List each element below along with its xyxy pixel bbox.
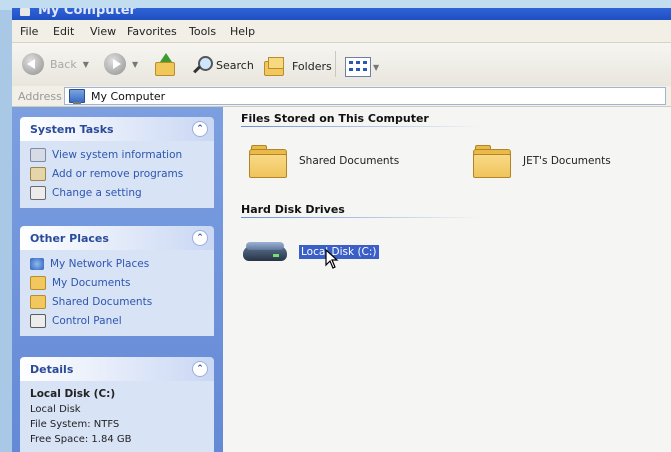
menu-help[interactable]: Help: [230, 25, 255, 38]
chevron-down-icon: ▼: [82, 59, 89, 69]
search-label: Search: [216, 58, 254, 72]
system-tasks-panel: System Tasks ⌃ View system information A…: [20, 117, 214, 208]
chevron-down-icon: ▼: [373, 62, 380, 72]
item-label: JET's Documents: [523, 155, 611, 167]
forward-button[interactable]: ▼: [104, 53, 138, 75]
link-label: Shared Documents: [52, 295, 153, 308]
add-remove-programs-icon: [30, 166, 46, 181]
details-panel: Details ⌃ Local Disk (C:) Local Disk Fil…: [20, 357, 214, 452]
change-setting-link[interactable]: Change a setting: [20, 183, 214, 202]
folders-label: Folders: [292, 59, 332, 73]
back-arrow-icon: [22, 53, 44, 75]
file-list-pane: Files Stored on This Computer Shared Doc…: [223, 107, 671, 452]
folder-icon: [249, 145, 287, 178]
window-title: My Computer: [38, 8, 136, 18]
details-file-system: File System: NTFS: [30, 419, 120, 430]
link-label: Change a setting: [52, 186, 142, 199]
hard-disk-drives-group-header: Hard Disk Drives: [241, 203, 345, 216]
view-system-information-link[interactable]: View system information: [20, 145, 214, 164]
collapse-chevron-icon[interactable]: ⌃: [192, 361, 208, 377]
control-panel-link[interactable]: Control Panel: [20, 311, 214, 330]
menu-tools[interactable]: Tools: [189, 25, 216, 38]
link-label: My Network Places: [50, 257, 150, 270]
menu-view[interactable]: View: [90, 25, 116, 38]
control-panel-icon: [30, 313, 46, 328]
link-label: Control Panel: [52, 314, 122, 327]
folder-icon: [473, 145, 511, 178]
title-bar[interactable]: My Computer: [12, 8, 671, 20]
up-folder-icon: [153, 53, 175, 76]
network-globe-icon: [30, 257, 44, 270]
other-places-header[interactable]: Other Places ⌃: [20, 226, 214, 250]
details-free-space: Free Space: 1.84 GB: [30, 434, 132, 445]
hard-drive-icon: [243, 240, 289, 264]
my-documents-link[interactable]: My Documents: [20, 273, 214, 292]
other-places-body: My Network Places My Documents Shared Do…: [20, 250, 214, 336]
my-network-places-link[interactable]: My Network Places: [20, 254, 214, 273]
toolbar-divider: [335, 51, 336, 77]
folder-item-shared-documents[interactable]: Shared Documents: [249, 145, 400, 178]
toolbar: Back ▼ ▼ Search Folders ▼: [12, 43, 671, 87]
computer-icon: [69, 89, 85, 104]
group-divider: [241, 217, 481, 218]
link-label: My Documents: [52, 276, 131, 289]
files-stored-group-header: Files Stored on This Computer: [241, 112, 429, 125]
menu-favorites[interactable]: Favorites: [127, 25, 177, 38]
up-folder-button[interactable]: [153, 53, 175, 76]
folder-icon: [30, 275, 46, 290]
views-button[interactable]: ▼: [345, 57, 379, 77]
forward-arrow-icon: [104, 53, 126, 75]
search-icon: [192, 55, 213, 75]
details-name: Local Disk (C:): [30, 388, 116, 400]
system-tasks-title: System Tasks: [30, 123, 114, 136]
details-header[interactable]: Details ⌃: [20, 357, 214, 381]
menu-file[interactable]: File: [20, 25, 38, 38]
details-type: Local Disk: [30, 404, 81, 415]
item-label: Shared Documents: [299, 155, 400, 167]
group-divider: [241, 126, 481, 127]
other-places-panel: Other Places ⌃ My Network Places My Docu…: [20, 226, 214, 336]
folders-icon: [264, 57, 286, 76]
computer-icon: [20, 8, 30, 16]
collapse-chevron-icon[interactable]: ⌃: [192, 230, 208, 246]
address-field[interactable]: My Computer: [64, 87, 666, 105]
system-tasks-body: View system information Add or remove pr…: [20, 141, 214, 208]
chevron-down-icon: ▼: [132, 59, 139, 69]
task-pane: System Tasks ⌃ View system information A…: [12, 107, 223, 452]
shared-documents-link[interactable]: Shared Documents: [20, 292, 214, 311]
menu-edit[interactable]: Edit: [53, 25, 74, 38]
system-info-icon: [30, 147, 46, 162]
folders-button[interactable]: Folders: [264, 57, 332, 76]
address-bar: Address My Computer: [12, 86, 671, 107]
link-label: Add or remove programs: [52, 167, 184, 180]
back-button[interactable]: Back ▼: [22, 53, 89, 75]
address-label: Address: [18, 90, 62, 103]
link-label: View system information: [52, 148, 183, 161]
details-body: Local Disk (C:) Local Disk File System: …: [20, 381, 214, 452]
back-label: Back: [50, 57, 77, 71]
explorer-window: My Computer File Edit View Favorites Too…: [12, 8, 671, 452]
address-value: My Computer: [91, 89, 166, 103]
other-places-title: Other Places: [30, 232, 109, 245]
system-tasks-header[interactable]: System Tasks ⌃: [20, 117, 214, 141]
folder-item-jets-documents[interactable]: JET's Documents: [473, 145, 611, 178]
details-title: Details: [30, 363, 74, 376]
drive-item-local-disk-c[interactable]: Local Disk (C:): [243, 240, 379, 264]
search-button[interactable]: Search: [192, 55, 254, 75]
collapse-chevron-icon[interactable]: ⌃: [192, 121, 208, 137]
views-icon: [345, 57, 371, 77]
add-remove-programs-link[interactable]: Add or remove programs: [20, 164, 214, 183]
control-panel-icon: [30, 185, 46, 200]
folder-icon: [30, 294, 46, 309]
menu-bar: File Edit View Favorites Tools Help: [12, 20, 671, 43]
